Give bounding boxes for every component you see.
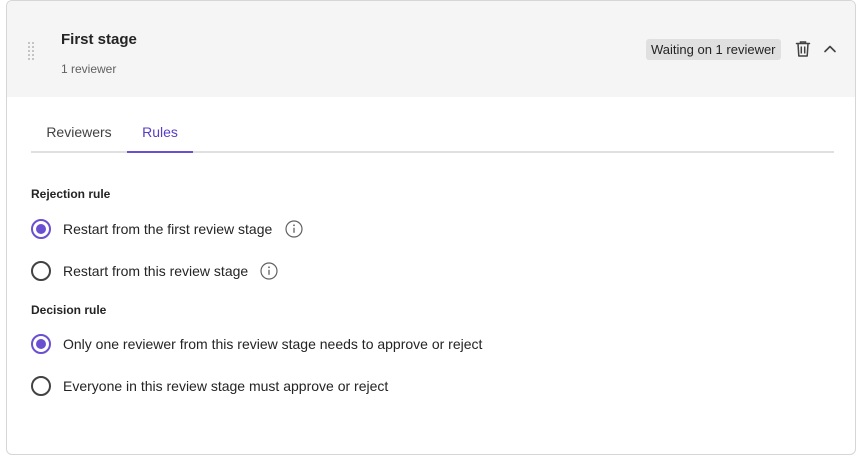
- decision-option-everyone[interactable]: Everyone in this review stage must appro…: [31, 375, 411, 397]
- status-badge: Waiting on 1 reviewer: [646, 39, 781, 60]
- trash-icon: [795, 41, 811, 57]
- tab-list: Reviewers Rules: [31, 113, 834, 153]
- radio-label: Restart from the first review stage: [63, 221, 273, 237]
- radio-label: Everyone in this review stage must appro…: [63, 378, 389, 394]
- radio-label: Restart from this review stage: [63, 263, 249, 279]
- review-stage-card: First stage 1 reviewer Waiting on 1 revi…: [6, 0, 856, 455]
- decision-option-one-reviewer[interactable]: Only one reviewer from this review stage…: [31, 333, 511, 355]
- tab-rules[interactable]: Rules: [127, 113, 193, 153]
- radio-everyone[interactable]: [31, 376, 51, 396]
- stage-header[interactable]: First stage 1 reviewer Waiting on 1 revi…: [7, 1, 855, 97]
- info-icon[interactable]: [259, 261, 279, 281]
- collapse-stage-button[interactable]: [820, 39, 840, 59]
- rejection-option-this-stage[interactable]: Restart from this review stage: [31, 260, 286, 282]
- drag-handle-icon[interactable]: [28, 42, 38, 62]
- info-icon[interactable]: [284, 219, 304, 239]
- rejection-rule-label: Rejection rule: [31, 187, 111, 201]
- tab-reviewers[interactable]: Reviewers: [31, 113, 127, 151]
- rejection-option-first-stage[interactable]: Restart from the first review stage: [31, 218, 311, 240]
- decision-rule-label: Decision rule: [31, 303, 107, 317]
- stage-reviewer-count: 1 reviewer: [61, 62, 117, 76]
- radio-restart-first-stage[interactable]: [31, 219, 51, 239]
- radio-label: Only one reviewer from this review stage…: [63, 336, 483, 352]
- stage-title: First stage: [61, 31, 137, 48]
- chevron-up-icon: [824, 45, 836, 53]
- radio-restart-this-stage[interactable]: [31, 261, 51, 281]
- radio-one-reviewer[interactable]: [31, 334, 51, 354]
- delete-stage-button[interactable]: [793, 39, 813, 59]
